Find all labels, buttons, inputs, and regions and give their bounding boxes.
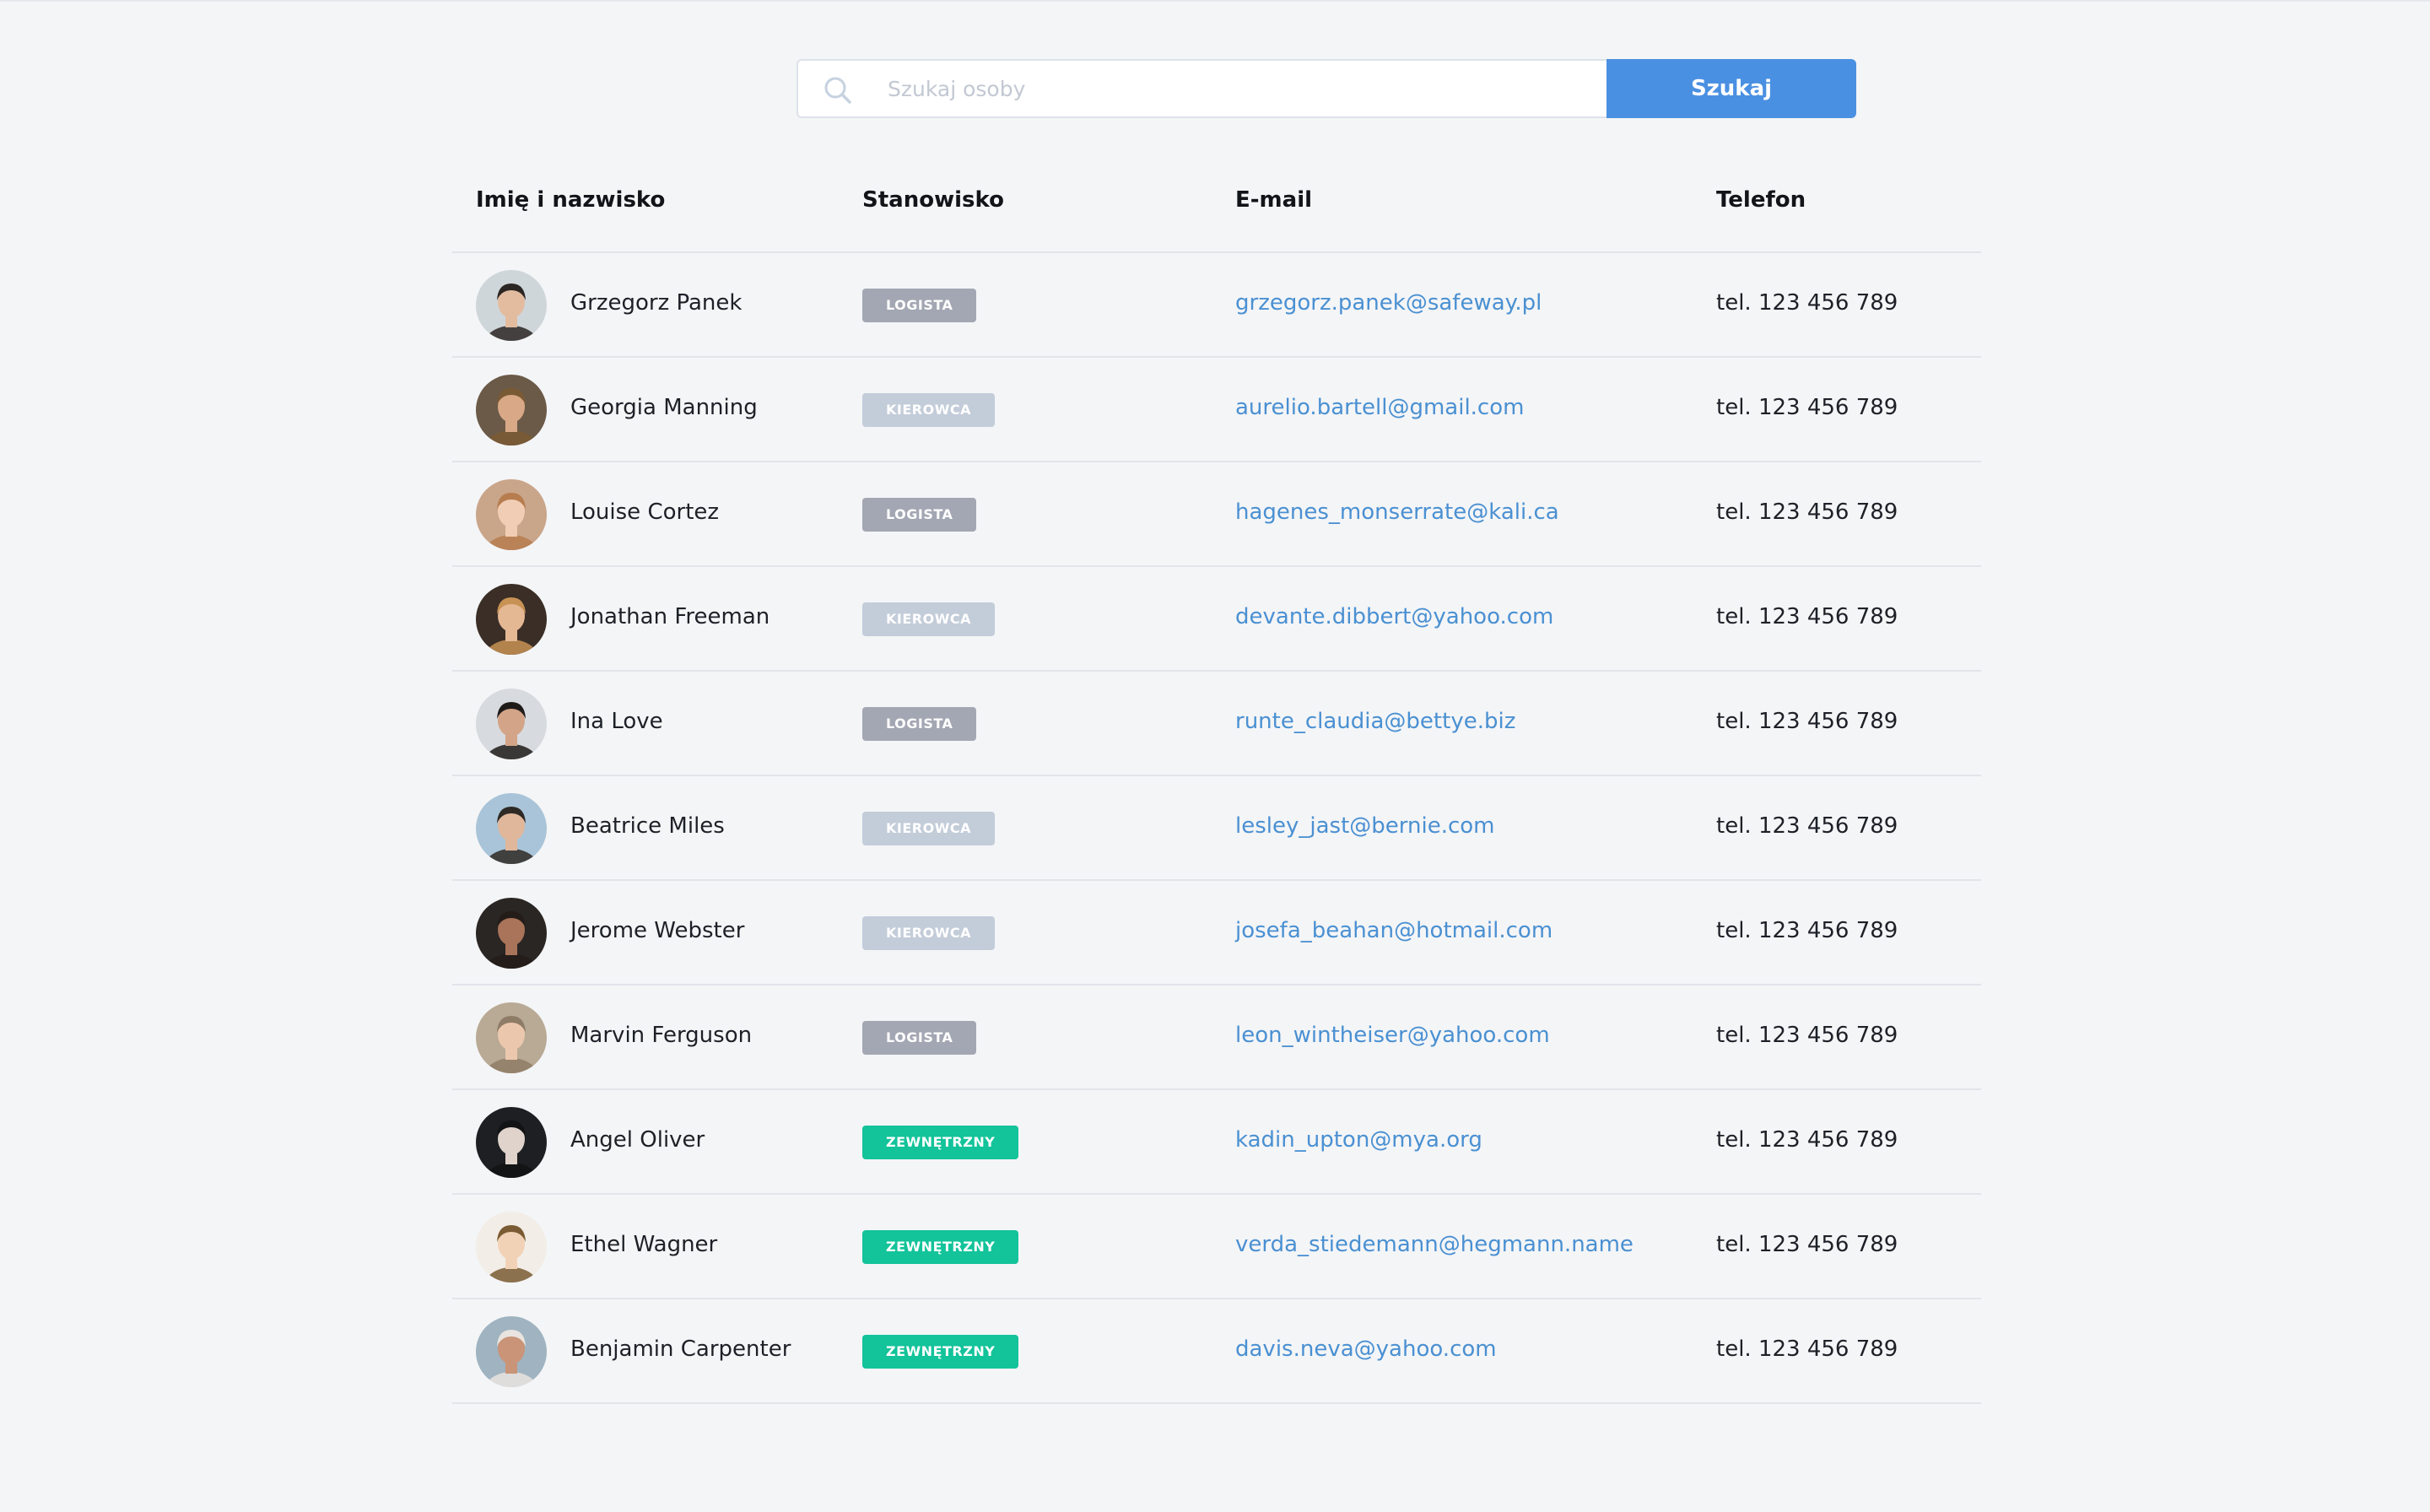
column-header-email[interactable]: E-mail [1235, 187, 1312, 213]
person-name: Ina Love [570, 709, 663, 734]
table-row[interactable]: Jerome Webster KIEROWCA josefa_beahan@hotm… [452, 881, 1981, 986]
person-name: Marvin Ferguson [570, 1023, 753, 1048]
avatar [476, 1316, 547, 1387]
email-link[interactable]: aurelio.bartell@gmail.com [1235, 395, 1524, 420]
phone-number: tel. 123 456 789 [1716, 290, 1898, 316]
email-link[interactable]: davis.neva@yahoo.com [1235, 1336, 1497, 1362]
email-link[interactable]: hagenes_monserrate@kali.ca [1235, 500, 1559, 525]
table-row[interactable]: Ethel Wagner ZEWNĘTRZNY verda_stiedemann@h… [452, 1195, 1981, 1299]
table-row[interactable]: Grzegorz Panek LOGISTA grzegorz.panek@safe… [452, 253, 1981, 358]
email-link[interactable]: devante.dibbert@yahoo.com [1235, 604, 1553, 629]
email-link[interactable]: verda_stiedemann@hegmann.name [1235, 1232, 1634, 1257]
table-row[interactable]: Jonathan Freeman KIEROWCA devante.dibbert@… [452, 567, 1981, 672]
page: Szukaj Imię i nazwisko Stanowisko E-mail… [0, 0, 2430, 1512]
phone-number: tel. 123 456 789 [1716, 1127, 1898, 1153]
position-badge: ZEWNĘTRZNY [862, 1230, 1019, 1264]
position-badge: ZEWNĘTRZNY [862, 1335, 1019, 1369]
avatar [476, 1212, 547, 1282]
position-badge: KIEROWCA [862, 916, 995, 950]
avatar [476, 479, 547, 550]
avatar [476, 898, 547, 969]
position-badge: LOGISTA [862, 707, 977, 741]
avatar [476, 1002, 547, 1073]
table-header: Imię i nazwisko Stanowisko E-mail Telefo… [452, 154, 1981, 253]
column-header-name[interactable]: Imię i nazwisko [476, 187, 665, 213]
email-link[interactable]: grzegorz.panek@safeway.pl [1235, 290, 1542, 316]
table-row[interactable]: Marvin Ferguson LOGISTA leon_wintheiser@ya… [452, 986, 1981, 1090]
person-name: Jerome Webster [570, 918, 745, 943]
email-link[interactable]: runte_claudia@bettye.biz [1235, 709, 1515, 734]
search-bar: Szukaj [796, 59, 1856, 118]
email-link[interactable]: kadin_upton@mya.org [1235, 1127, 1482, 1153]
phone-number: tel. 123 456 789 [1716, 918, 1898, 943]
email-link[interactable]: leon_wintheiser@yahoo.com [1235, 1023, 1550, 1048]
phone-number: tel. 123 456 789 [1716, 1232, 1898, 1257]
table-row[interactable]: Ina Love LOGISTA runte_claudia@bettye.biz t… [452, 672, 1981, 776]
person-name: Ethel Wagner [570, 1232, 718, 1257]
person-name: Beatrice Miles [570, 813, 725, 839]
avatar [476, 793, 547, 864]
column-header-phone[interactable]: Telefon [1716, 187, 1806, 213]
position-badge: KIEROWCA [862, 812, 995, 845]
position-badge: KIEROWCA [862, 602, 995, 636]
position-badge: LOGISTA [862, 498, 977, 532]
search-field[interactable] [796, 59, 1606, 118]
phone-number: tel. 123 456 789 [1716, 1023, 1898, 1048]
search-icon [824, 76, 852, 105]
avatar [476, 375, 547, 446]
avatar [476, 270, 547, 341]
avatar [476, 1107, 547, 1178]
phone-number: tel. 123 456 789 [1716, 1336, 1898, 1362]
phone-number: tel. 123 456 789 [1716, 709, 1898, 734]
table-row[interactable]: Angel Oliver ZEWNĘTRZNY kadin_upton@mya.or… [452, 1090, 1981, 1195]
search-button[interactable]: Szukaj [1606, 59, 1856, 118]
phone-number: tel. 123 456 789 [1716, 604, 1898, 629]
table-row[interactable]: Beatrice Miles KIEROWCA lesley_jast@bernie… [452, 776, 1981, 881]
avatar [476, 688, 547, 759]
table-row[interactable]: Louise Cortez LOGISTA hagenes_monserrate@k… [452, 462, 1981, 567]
table-row[interactable]: Benjamin Carpenter ZEWNĘTRZNY davis.neva@y… [452, 1299, 1981, 1404]
search-input[interactable] [888, 61, 1588, 116]
email-link[interactable]: josefa_beahan@hotmail.com [1235, 918, 1552, 943]
person-name: Jonathan Freeman [570, 604, 770, 629]
person-name: Louise Cortez [570, 500, 720, 525]
phone-number: tel. 123 456 789 [1716, 813, 1898, 839]
column-header-position[interactable]: Stanowisko [862, 187, 1004, 213]
table-row[interactable]: Georgia Manning KIEROWCA aurelio.bartell@g… [452, 358, 1981, 462]
email-link[interactable]: lesley_jast@bernie.com [1235, 813, 1495, 839]
people-table: Imię i nazwisko Stanowisko E-mail Telefo… [452, 154, 1981, 1404]
position-badge: KIEROWCA [862, 393, 995, 427]
position-badge: LOGISTA [862, 289, 977, 322]
table-body: Grzegorz Panek LOGISTA grzegorz.panek@safe… [452, 253, 1981, 1404]
person-name: Benjamin Carpenter [570, 1336, 791, 1362]
phone-number: tel. 123 456 789 [1716, 395, 1898, 420]
position-badge: ZEWNĘTRZNY [862, 1126, 1019, 1159]
phone-number: tel. 123 456 789 [1716, 500, 1898, 525]
position-badge: LOGISTA [862, 1021, 977, 1055]
avatar [476, 584, 547, 655]
person-name: Angel Oliver [570, 1127, 705, 1153]
person-name: Georgia Manning [570, 395, 758, 420]
person-name: Grzegorz Panek [570, 290, 742, 316]
